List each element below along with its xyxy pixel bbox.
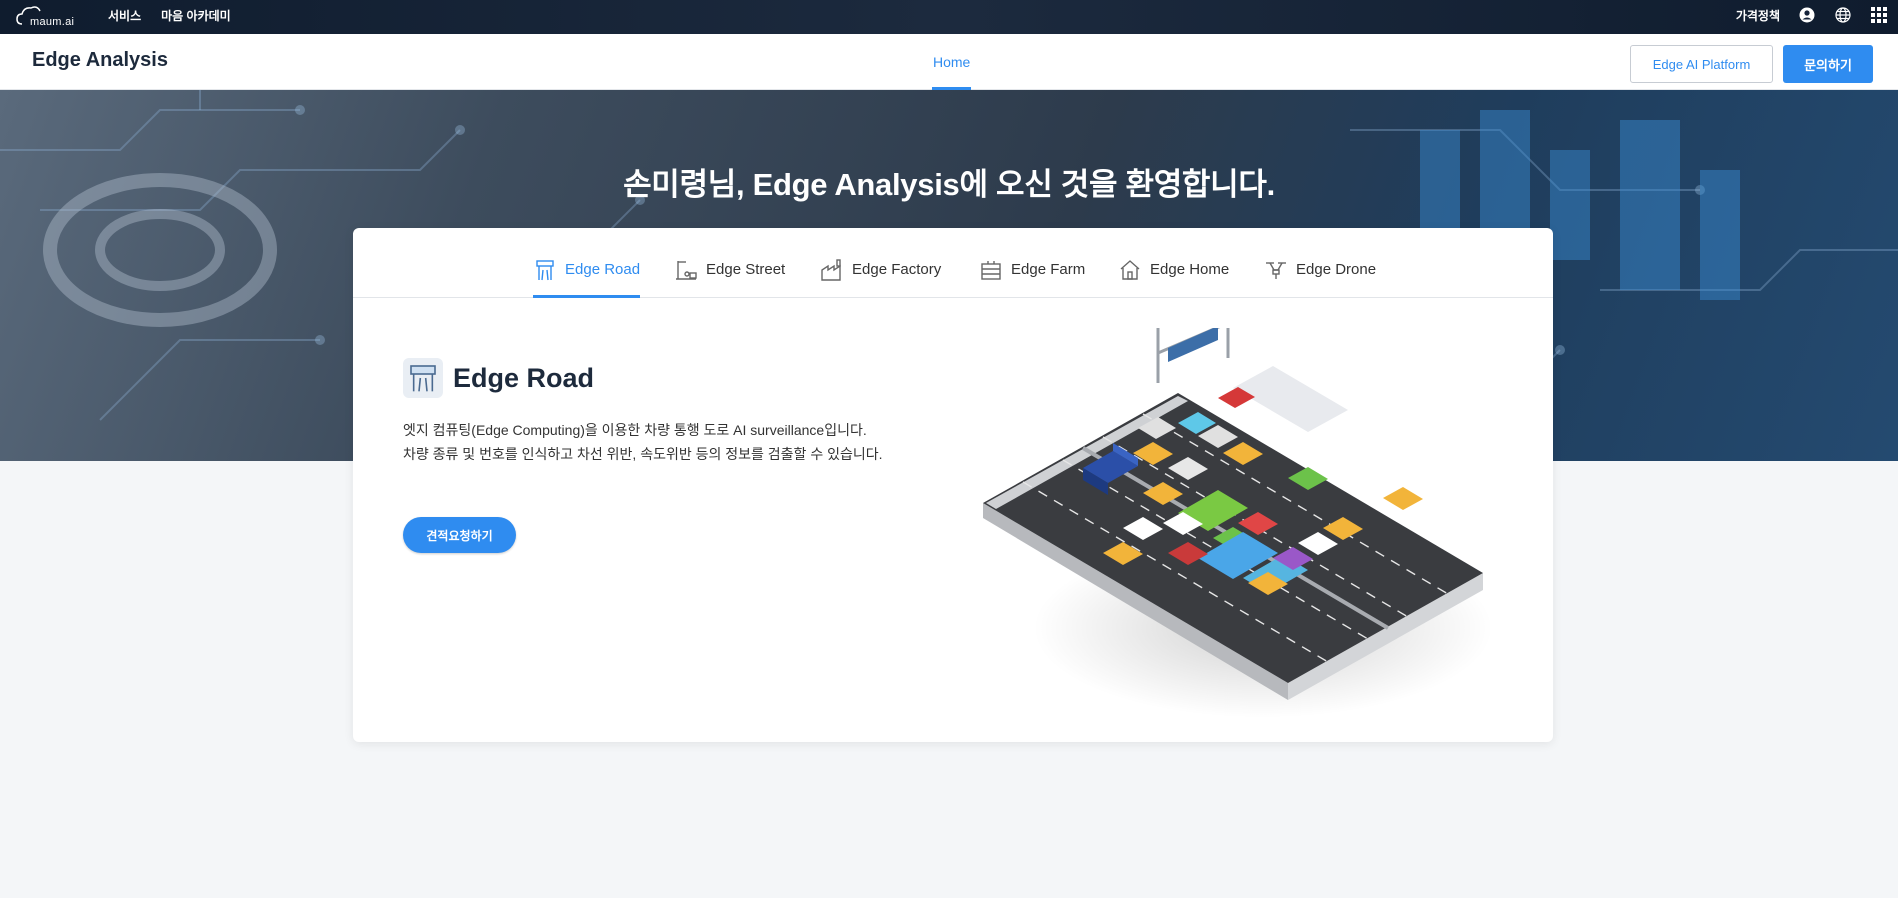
description-line: 엣지 컴퓨팅(Edge Computing)을 이용한 차량 통행 도로 AI … (403, 422, 867, 438)
user-icon[interactable] (1798, 6, 1816, 24)
service-nav: Home (932, 34, 972, 90)
apps-grid-icon[interactable] (1870, 6, 1888, 24)
global-nav: 서비스 마음 아카데미 (108, 7, 231, 24)
service-title[interactable]: Edge Analysis (32, 49, 168, 72)
edge-ai-platform-button[interactable]: Edge AI Platform (1630, 45, 1773, 83)
tab-label: Edge Street (706, 261, 786, 278)
drone-icon (1266, 262, 1286, 279)
highway-illustration (983, 328, 1493, 718)
global-top-bar: maum.ai 서비스 마음 아카데미 가격정책 (0, 0, 1898, 34)
tab-label: Edge Home (1150, 261, 1230, 278)
road-gate-icon (403, 358, 443, 398)
tab-label: Edge Drone (1296, 261, 1377, 278)
welcome-heading: 손미령님, Edge Analysis에 오신 것을 환영합니다. (623, 167, 1275, 202)
description-line: 차량 종류 및 번호를 인식하고 차선 위반, 속도위반 등의 정보를 검출할 … (403, 446, 883, 462)
tab-edge-farm[interactable]: Edge Farm (979, 260, 1085, 298)
tab-label: Edge Farm (1011, 261, 1086, 278)
home-icon (1120, 260, 1140, 280)
tab-edge-street[interactable]: Edge Street (674, 260, 785, 298)
pricing-link[interactable]: 가격정책 (1736, 7, 1780, 24)
street-icon (676, 261, 697, 280)
maum-logo[interactable]: maum.ai (16, 4, 75, 28)
globe-icon[interactable] (1834, 6, 1852, 24)
service-tabs: Edge Road Edge Street Edge Factory Edge … (353, 228, 1553, 298)
service-card: Edge Road Edge Street Edge Factory Edge … (353, 228, 1553, 742)
farm-icon (981, 261, 1001, 280)
factory-icon (821, 259, 841, 281)
nav-services[interactable]: 서비스 (108, 7, 141, 24)
content-description: 엣지 컴퓨팅(Edge Computing)을 이용한 차량 통행 도로 AI … (403, 418, 883, 466)
content-heading: Edge Road (403, 358, 594, 398)
tab-edge-drone[interactable]: Edge Drone (1264, 260, 1376, 298)
quote-request-button[interactable]: 견적요청하기 (403, 517, 516, 553)
tab-label: Edge Factory (852, 261, 942, 278)
logo-text: maum.ai (30, 16, 75, 28)
tab-label: Edge Road (565, 261, 641, 278)
road-gate-icon (536, 260, 554, 281)
nav-academy[interactable]: 마음 아카데미 (161, 7, 231, 24)
tab-edge-factory[interactable]: Edge Factory (820, 259, 942, 298)
tab-edge-home[interactable]: Edge Home (1118, 260, 1229, 298)
contact-button[interactable]: 문의하기 (1783, 45, 1873, 83)
content-title: Edge Road (453, 362, 595, 393)
nav-home[interactable]: Home (932, 34, 972, 90)
service-header: Edge Analysis Home Edge AI Platform 문의하기 (0, 34, 1898, 90)
global-right-menu: 가격정책 (1736, 6, 1888, 24)
tab-edge-road[interactable]: Edge Road (533, 260, 641, 298)
